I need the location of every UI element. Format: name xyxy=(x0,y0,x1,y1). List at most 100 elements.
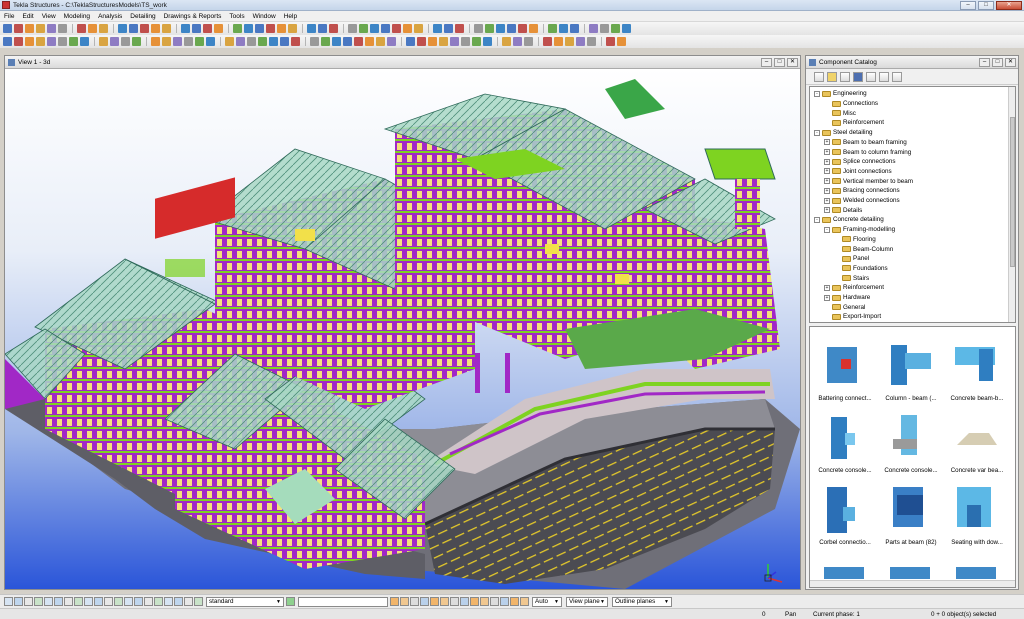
tree-item[interactable]: - Framing-modelling xyxy=(824,225,895,235)
modeling-tool-icon[interactable] xyxy=(258,37,267,46)
menu-drawings-reports[interactable]: Drawings & Reports xyxy=(160,13,226,20)
expand-icon[interactable]: + xyxy=(824,207,830,214)
component-thumbnail[interactable]: Concrete beam-b... xyxy=(946,339,1008,402)
menu-help[interactable]: Help xyxy=(280,13,301,20)
menu-window[interactable]: Window xyxy=(249,13,280,20)
main-tool-icon[interactable] xyxy=(151,24,160,33)
modeling-tool-icon[interactable] xyxy=(406,37,415,46)
catalog-close-button[interactable]: ✕ xyxy=(1005,57,1016,67)
menu-detailing[interactable]: Detailing xyxy=(126,13,159,20)
catalog-tree[interactable]: - Engineering Connections Misc Reinforcement… xyxy=(809,86,1016,323)
expand-icon[interactable]: + xyxy=(824,178,830,185)
modeling-tool-icon[interactable] xyxy=(376,37,385,46)
main-tool-icon[interactable] xyxy=(277,24,286,33)
main-tool-icon[interactable] xyxy=(255,24,264,33)
modeling-tool-icon[interactable] xyxy=(195,37,204,46)
component-thumbnail[interactable]: Concrete console... xyxy=(880,411,942,474)
catalog-details-icon[interactable] xyxy=(866,71,876,82)
main-tool-icon[interactable] xyxy=(203,24,212,33)
catalog-list-view-icon[interactable] xyxy=(840,71,850,82)
modeling-tool-icon[interactable] xyxy=(461,37,470,46)
selection-switch-icon[interactable] xyxy=(134,597,143,606)
main-tool-icon[interactable] xyxy=(433,24,442,33)
tree-item[interactable]: Beam-Column xyxy=(834,244,893,254)
modeling-tool-icon[interactable] xyxy=(132,37,141,46)
thumbnails-hscrollbar[interactable] xyxy=(810,580,1015,587)
main-tool-icon[interactable] xyxy=(118,24,127,33)
filter-settings-icon[interactable] xyxy=(286,597,295,606)
tree-item[interactable]: + Beam to beam framing xyxy=(824,138,907,148)
main-tool-icon[interactable] xyxy=(496,24,505,33)
catalog-folder-icon[interactable] xyxy=(827,71,837,82)
main-tool-icon[interactable] xyxy=(58,24,67,33)
selection-switch-icon[interactable] xyxy=(114,597,123,606)
modeling-tool-icon[interactable] xyxy=(617,37,626,46)
tree-item[interactable]: + Welded connections xyxy=(824,196,900,206)
modeling-tool-icon[interactable] xyxy=(332,37,341,46)
main-tool-icon[interactable] xyxy=(14,24,23,33)
modeling-tool-icon[interactable] xyxy=(483,37,492,46)
expand-icon[interactable]: + xyxy=(824,197,830,204)
collapse-icon[interactable]: - xyxy=(814,129,820,136)
selection-switch-icon[interactable] xyxy=(14,597,23,606)
component-thumbnail[interactable]: Battering connect... xyxy=(814,339,876,402)
tree-item[interactable]: Export-Import xyxy=(824,312,881,322)
component-thumbnail[interactable]: Parts at beam (82) xyxy=(880,483,942,546)
tree-item[interactable]: Panel xyxy=(834,254,869,264)
main-tool-icon[interactable] xyxy=(181,24,190,33)
main-tool-icon[interactable] xyxy=(192,24,201,33)
tree-item[interactable]: + Beam to column framing xyxy=(824,147,911,157)
catalog-search-icon[interactable] xyxy=(814,71,824,82)
modeling-tool-icon[interactable] xyxy=(439,37,448,46)
selection-switch-icon[interactable] xyxy=(144,597,153,606)
modeling-tool-icon[interactable] xyxy=(387,37,396,46)
modeling-tool-icon[interactable] xyxy=(428,37,437,46)
main-tool-icon[interactable] xyxy=(214,24,223,33)
tree-item[interactable]: Stairs xyxy=(834,273,869,283)
main-tool-icon[interactable] xyxy=(77,24,86,33)
catalog-maximize-button[interactable]: □ xyxy=(992,57,1003,67)
modeling-tool-icon[interactable] xyxy=(173,37,182,46)
modeling-tool-icon[interactable] xyxy=(80,37,89,46)
modeling-tool-icon[interactable] xyxy=(36,37,45,46)
modeling-tool-icon[interactable] xyxy=(206,37,215,46)
selection-switch-icon[interactable] xyxy=(64,597,73,606)
3d-viewport[interactable] xyxy=(5,69,800,589)
component-thumbnail-partial[interactable] xyxy=(824,567,864,579)
main-tool-icon[interactable] xyxy=(392,24,401,33)
tree-item[interactable]: - Engineering xyxy=(814,89,867,99)
expand-icon[interactable]: + xyxy=(824,149,830,156)
expand-icon[interactable]: + xyxy=(824,158,830,165)
plane-dropdown[interactable]: View plane ▼ xyxy=(566,596,608,607)
expand-icon[interactable]: + xyxy=(824,294,830,301)
main-tool-icon[interactable] xyxy=(348,24,357,33)
modeling-tool-icon[interactable] xyxy=(121,37,130,46)
main-tool-icon[interactable] xyxy=(414,24,423,33)
modeling-tool-icon[interactable] xyxy=(280,37,289,46)
modeling-tool-icon[interactable] xyxy=(151,37,160,46)
main-tool-icon[interactable] xyxy=(288,24,297,33)
selection-switch-icon[interactable] xyxy=(34,597,43,606)
main-tool-icon[interactable] xyxy=(600,24,609,33)
modeling-tool-icon[interactable] xyxy=(247,37,256,46)
tree-item[interactable]: + Bracing connections xyxy=(824,186,900,196)
selection-switch-icon[interactable] xyxy=(184,597,193,606)
main-tool-icon[interactable] xyxy=(381,24,390,33)
selection-switch-icon[interactable] xyxy=(4,597,13,606)
snap-mode-dropdown[interactable]: Auto ▼ xyxy=(532,596,562,607)
modeling-tool-icon[interactable] xyxy=(576,37,585,46)
component-thumbnail[interactable]: Column - beam (... xyxy=(880,339,942,402)
menu-file[interactable]: File xyxy=(0,13,18,20)
view-minimize-button[interactable]: – xyxy=(761,57,772,67)
tree-item[interactable]: Connections xyxy=(824,99,878,109)
collapse-icon[interactable]: - xyxy=(824,226,830,233)
selection-switch-icon[interactable] xyxy=(24,597,33,606)
main-tool-icon[interactable] xyxy=(329,24,338,33)
modeling-tool-icon[interactable] xyxy=(291,37,300,46)
main-tool-icon[interactable] xyxy=(570,24,579,33)
collapse-icon[interactable]: - xyxy=(814,216,820,223)
modeling-tool-icon[interactable] xyxy=(365,37,374,46)
modeling-tool-icon[interactable] xyxy=(69,37,78,46)
main-tool-icon[interactable] xyxy=(318,24,327,33)
tree-item[interactable]: General xyxy=(824,302,865,312)
